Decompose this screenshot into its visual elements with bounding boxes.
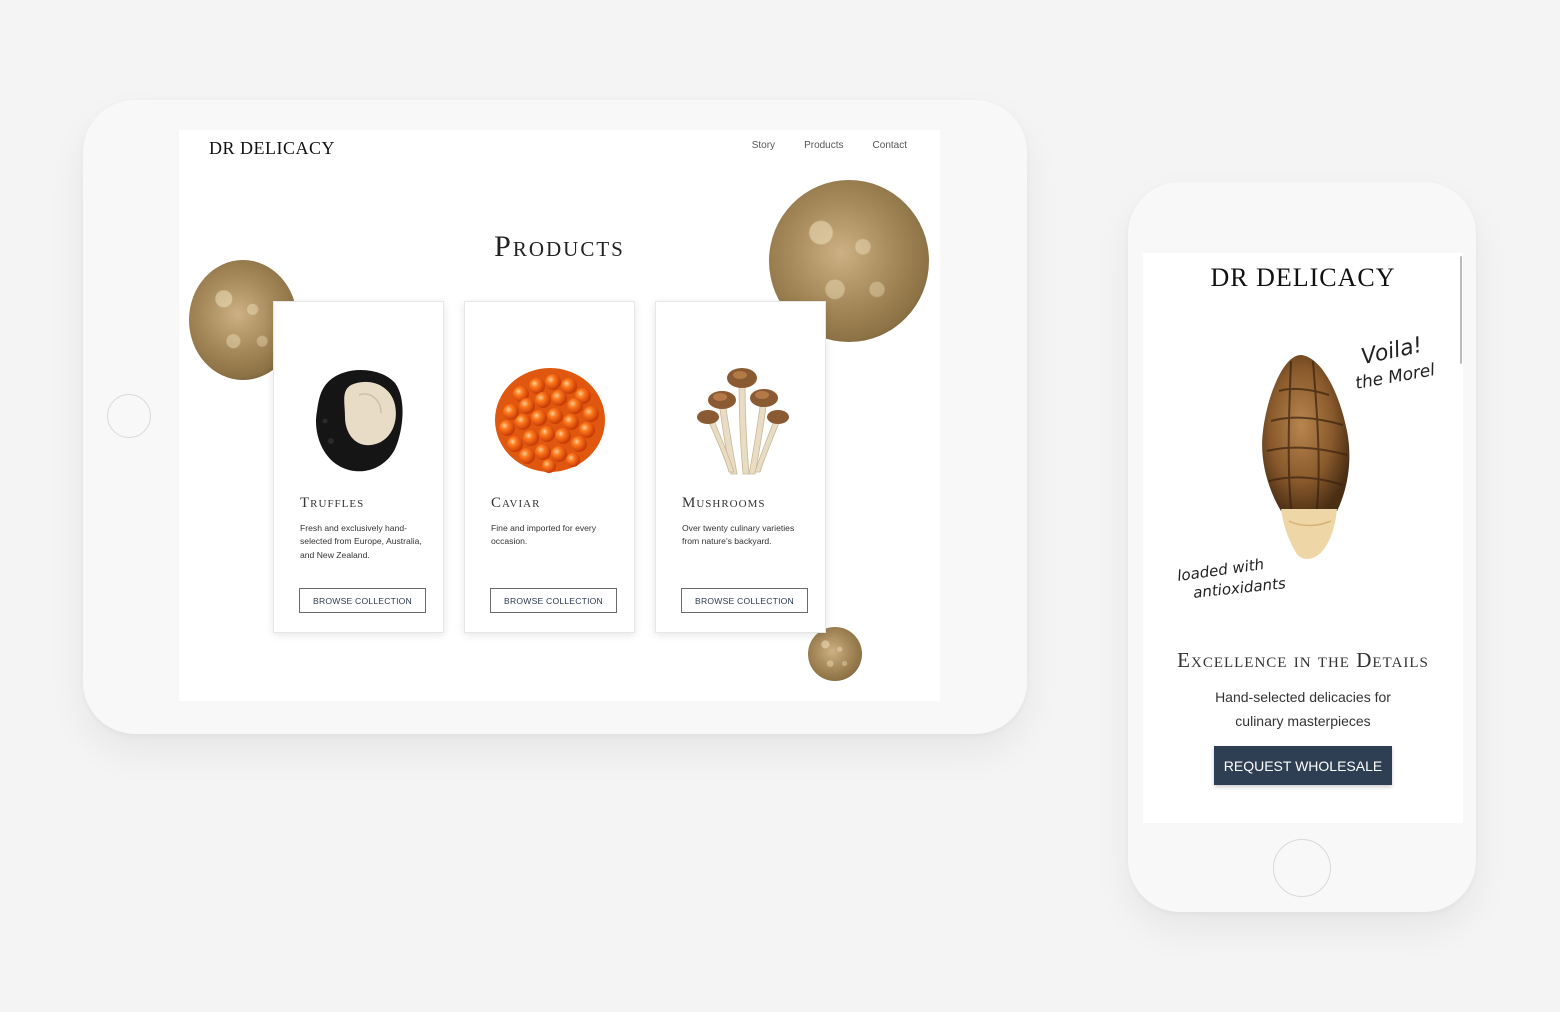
truffle-image	[274, 357, 443, 482]
card-title: Truffles	[300, 495, 365, 511]
phone-home-button[interactable]	[1273, 839, 1331, 897]
browse-collection-button[interactable]: BROWSE COLLECTION	[490, 588, 617, 613]
page-title: Products	[494, 230, 625, 263]
tablet-screen: DR DELICACY Story Products Contact Produ…	[179, 130, 940, 701]
morel-image	[1251, 351, 1361, 561]
nav-products[interactable]: Products	[804, 140, 843, 151]
nav-contact[interactable]: Contact	[873, 140, 907, 151]
browse-collection-button[interactable]: BROWSE COLLECTION	[299, 588, 426, 613]
card-description: Over twenty culinary varieties from natu…	[682, 523, 795, 547]
product-card-mushrooms: Mushrooms Over twenty culinary varieties…	[655, 301, 826, 633]
browse-collection-button[interactable]: BROWSE COLLECTION	[681, 588, 808, 613]
main-nav: Story Products Contact	[752, 140, 907, 151]
site-logo[interactable]: DR DELICACY	[209, 138, 335, 159]
hero-headline: Excellence in the Details	[1177, 648, 1429, 672]
card-description: Fresh and exclusively hand-selected from…	[300, 523, 422, 560]
request-wholesale-button[interactable]: REQUEST WHOLESALE	[1214, 746, 1392, 785]
card-title: Caviar	[491, 495, 541, 511]
site-logo[interactable]: DR DELICACY	[1143, 263, 1463, 293]
product-card-truffles: Truffles Fresh and exclusively hand-sele…	[273, 301, 444, 633]
nav-story[interactable]: Story	[752, 140, 775, 151]
product-card-caviar: Caviar Fine and imported for every occas…	[464, 301, 635, 633]
hero-subtitle: Hand-selected delicacies for culinary ma…	[1215, 689, 1391, 729]
phone-screen: DR DELICACY Voila! the Morel loaded with…	[1143, 253, 1463, 823]
mushrooms-image	[656, 357, 825, 482]
tablet-home-button[interactable]	[107, 394, 151, 438]
card-description: Fine and imported for every occasion.	[491, 523, 597, 547]
card-title: Mushrooms	[682, 495, 766, 511]
caviar-image	[465, 357, 634, 482]
truffle-slice-small-image	[808, 627, 862, 681]
phone-device: DR DELICACY Voila! the Morel loaded with…	[1128, 182, 1476, 912]
tablet-device: DR DELICACY Story Products Contact Produ…	[83, 100, 1027, 734]
